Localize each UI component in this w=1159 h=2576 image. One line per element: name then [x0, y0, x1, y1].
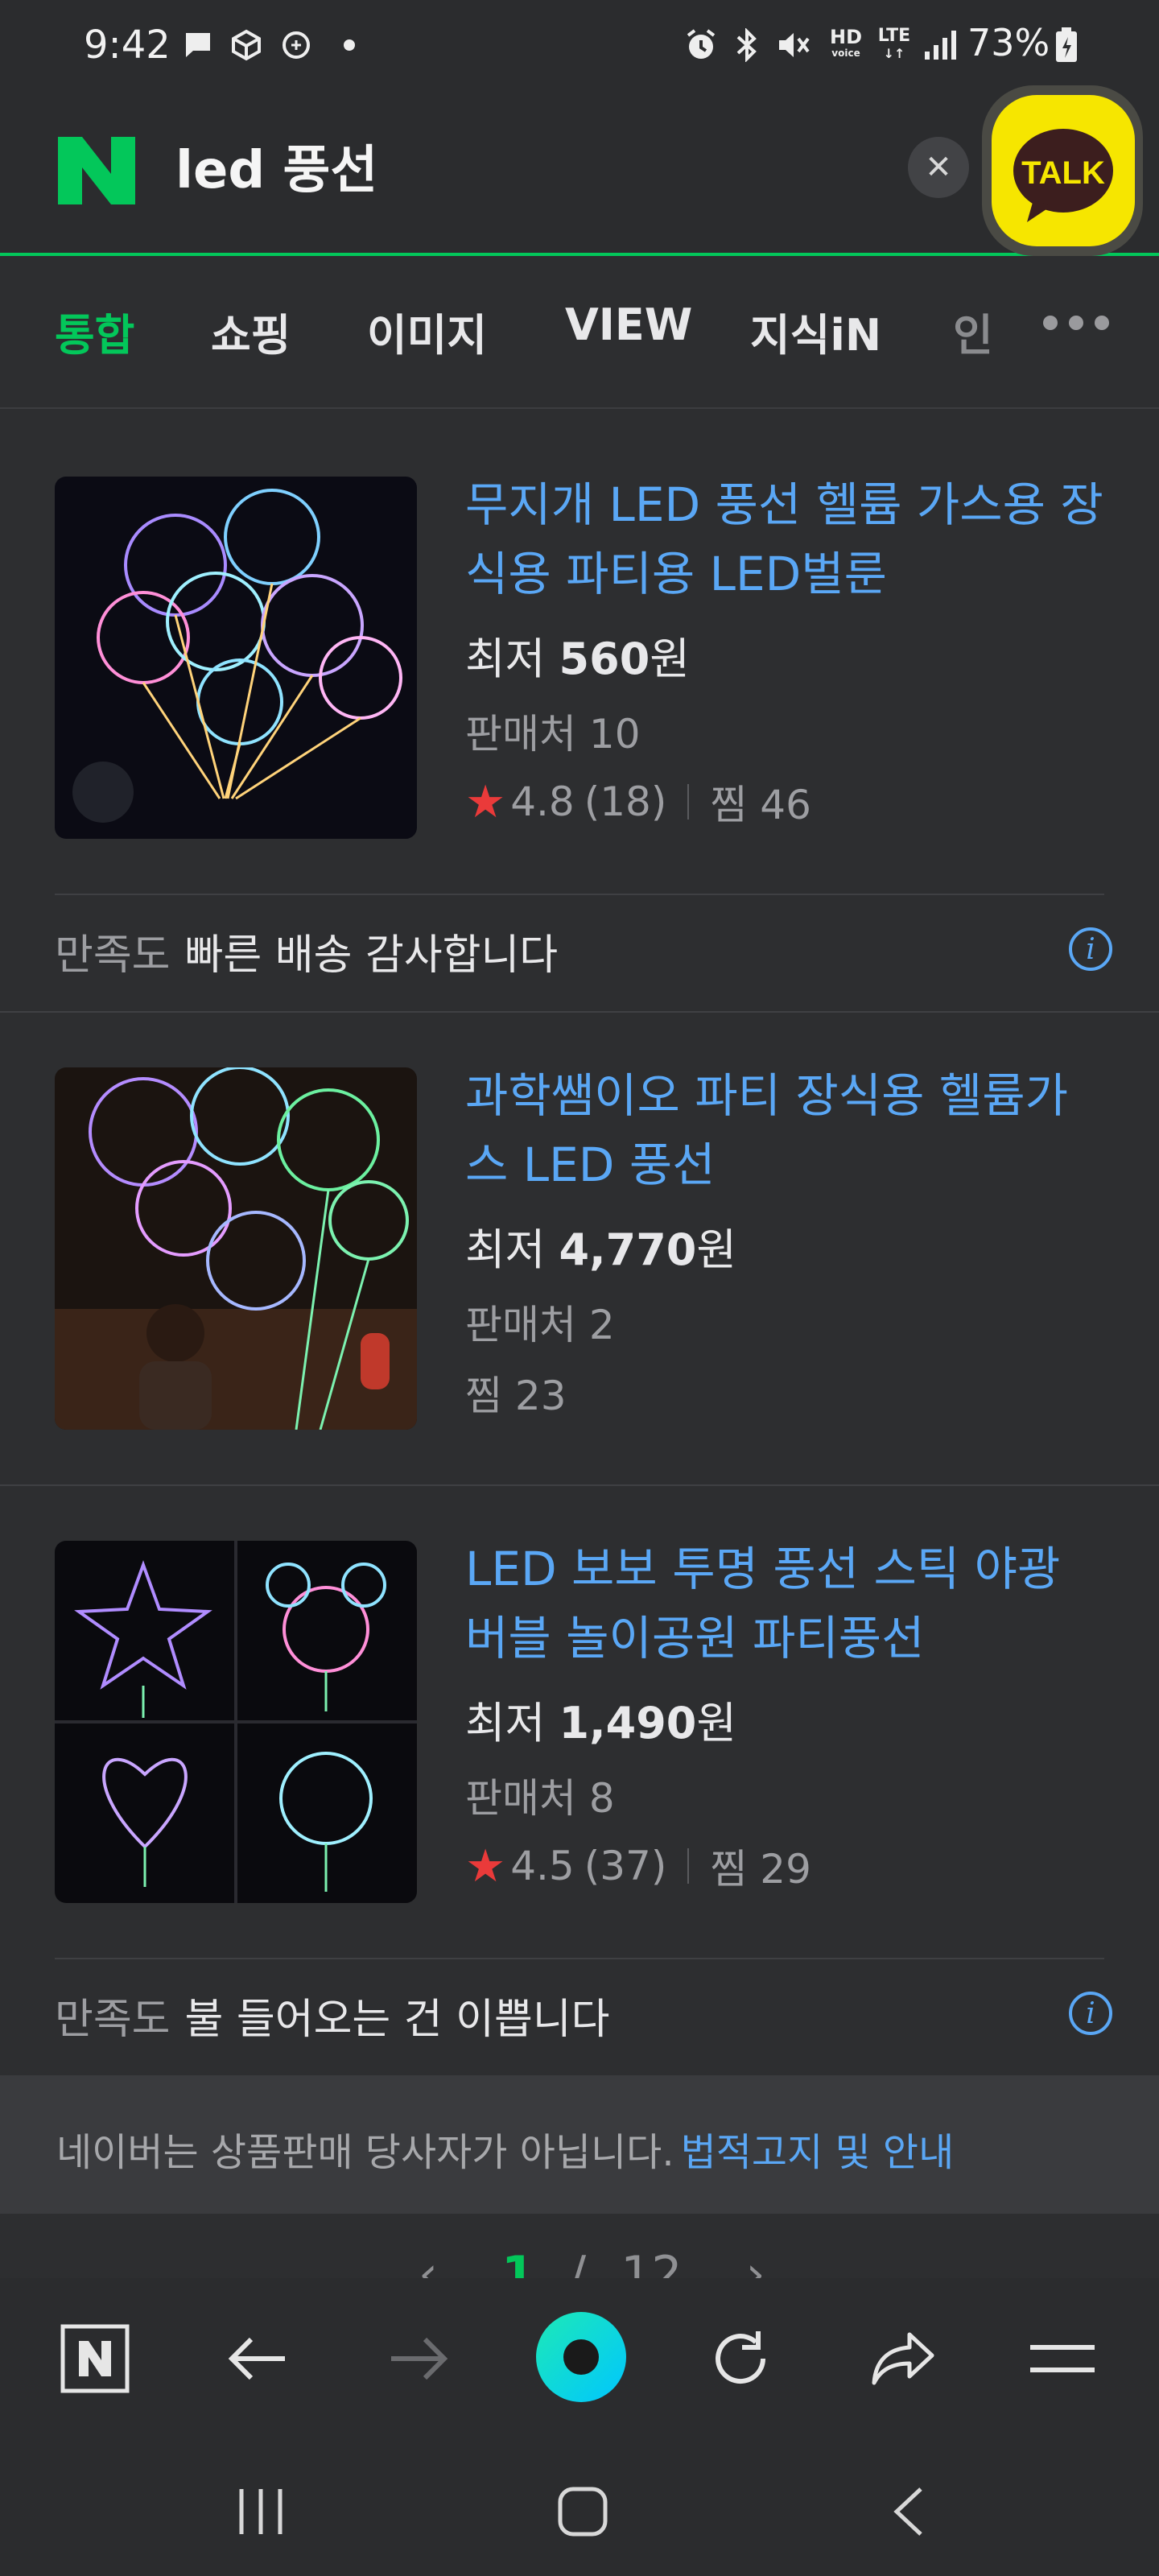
signal-icon	[921, 27, 961, 63]
divider	[55, 894, 1104, 895]
tab-knowledge-in[interactable]: 지식iN	[750, 299, 881, 363]
lte-icon: LTE ↓↑	[877, 26, 911, 62]
price-unit: 원	[650, 634, 690, 684]
like-count: 찜 46	[710, 782, 811, 828]
search-query-input[interactable]: led 풍선	[175, 129, 377, 203]
star-icon: ★	[465, 775, 506, 828]
satisfaction-review: 만족도 불 들어오는 건 이쁩니다	[55, 1985, 610, 2046]
tab-shopping[interactable]: 쇼핑	[211, 299, 291, 363]
tab-partial[interactable]: 인	[953, 299, 1001, 363]
clear-search-button[interactable]: ✕	[908, 137, 969, 198]
nav-back-icon[interactable]	[860, 2471, 956, 2552]
legal-notice-text: 네이버는 상품판매 당사자가 아닙니다. 법적고지 및 안내	[56, 2120, 954, 2177]
price-value: 4,770	[559, 1224, 697, 1275]
satisfaction-text: 빠른 배송 감사합니다	[184, 931, 559, 980]
menu-icon[interactable]	[1022, 2318, 1103, 2399]
tab-images[interactable]: 이미지	[367, 299, 487, 363]
hd-voice-icon: HD voice	[829, 26, 862, 59]
star-icon: ★	[465, 1839, 506, 1893]
seller-count: 판매처 2	[465, 1302, 615, 1348]
back-icon[interactable]	[217, 2318, 298, 2399]
rating-value: 4.5	[510, 1843, 575, 1889]
home-icon[interactable]	[534, 2471, 631, 2552]
section-divider	[0, 1484, 1159, 1486]
sync-icon	[278, 27, 314, 63]
battery-percent: 73%	[967, 21, 1050, 64]
like-count: 찜 29	[710, 1846, 811, 1893]
dot-icon	[341, 27, 357, 63]
product-price: 최저 560원	[465, 623, 690, 687]
rating-row: ★ 4.5 (37) 찜 29	[465, 1837, 811, 1895]
price-value: 560	[559, 634, 650, 684]
product-title[interactable]: LED 보보 투명 풍선 스틱 야광 버블 놀이공원 파티풍선	[465, 1534, 1109, 1673]
tab-all[interactable]: 통합	[55, 299, 134, 363]
legal-notice-link[interactable]: 법적고지 및 안내	[681, 2130, 955, 2175]
bluetooth-icon	[729, 27, 765, 63]
forward-icon[interactable]	[378, 2318, 459, 2399]
reload-icon[interactable]	[700, 2318, 781, 2399]
separator	[687, 784, 690, 819]
talk-bubble-icon: TALK	[992, 95, 1135, 246]
more-tabs-icon[interactable]	[1043, 316, 1109, 330]
product-price: 최저 4,770원	[465, 1214, 736, 1278]
section-divider	[0, 1011, 1159, 1013]
price-unit: 원	[696, 1224, 737, 1275]
review-count: (18)	[584, 778, 667, 825]
product-price: 최저 1,490원	[465, 1687, 736, 1751]
alarm-icon	[681, 27, 721, 63]
rating-row: ★ 4.8 (18) 찜 46	[465, 773, 811, 831]
status-time: 9:42	[84, 23, 171, 68]
green-dot-icon[interactable]	[531, 2307, 631, 2407]
product-thumbnail[interactable]	[55, 1067, 417, 1430]
share-icon[interactable]	[863, 2318, 943, 2399]
product-thumbnail[interactable]	[55, 1541, 417, 1903]
notice-text: 네이버는 상품판매 당사자가 아닙니다.	[56, 2130, 674, 2175]
like-count: 찜 23	[465, 1373, 567, 1419]
price-value: 1,490	[559, 1698, 697, 1748]
naver-home-icon[interactable]	[55, 2318, 135, 2399]
satisfaction-label: 만족도	[55, 931, 171, 980]
separator	[687, 1848, 690, 1884]
talk-label: TALK	[1021, 155, 1105, 191]
price-unit: 원	[696, 1698, 737, 1748]
product-thumbnail[interactable]	[55, 477, 417, 839]
divider	[55, 1958, 1104, 1959]
satisfaction-review: 만족도 빠른 배송 감사합니다	[55, 921, 558, 981]
message-icon	[182, 27, 214, 63]
seller-count: 판매처 10	[465, 711, 641, 758]
price-prefix: 최저	[465, 1698, 546, 1748]
naver-logo[interactable]	[58, 137, 135, 204]
info-icon[interactable]: i	[1069, 927, 1112, 971]
review-count: (37)	[584, 1843, 667, 1889]
box-icon	[229, 27, 264, 63]
price-prefix: 최저	[465, 1224, 546, 1275]
satisfaction-text: 불 들어오는 건 이쁩니다	[184, 1996, 610, 2044]
seller-count: 판매처 8	[465, 1775, 615, 1822]
info-icon[interactable]: i	[1069, 1992, 1112, 2035]
product-title[interactable]: 과학쌤이오 파티 장식용 헬륨가스 LED 풍선	[465, 1061, 1109, 1199]
price-prefix: 최저	[465, 634, 546, 684]
satisfaction-label: 만족도	[55, 1996, 171, 2044]
tab-view[interactable]: VIEW	[565, 299, 692, 350]
recents-icon[interactable]	[212, 2471, 309, 2552]
rating-value: 4.8	[510, 778, 575, 825]
battery-icon	[1053, 27, 1080, 63]
mute-icon	[774, 27, 813, 63]
product-title[interactable]: 무지개 LED 풍선 헬륨 가스용 장식용 파티용 LED벌룬	[465, 470, 1109, 609]
